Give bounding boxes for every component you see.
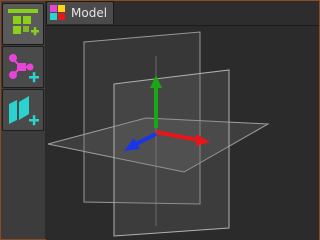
- left-toolbar: [1, 1, 46, 239]
- vertical-plane-front: [113, 69, 230, 237]
- select-add-icon: [8, 9, 39, 36]
- 3d-viewport[interactable]: [46, 25, 319, 240]
- node-graph-add-icon: [9, 54, 39, 83]
- planes-add-tool-button[interactable]: [2, 89, 44, 131]
- model-icon: [50, 5, 65, 20]
- tab-label: Model: [71, 6, 108, 20]
- node-graph-add-tool-button[interactable]: [2, 46, 44, 88]
- tab-bar: Model: [46, 1, 319, 25]
- app-window: Model: [0, 0, 320, 240]
- tab-model[interactable]: Model: [46, 1, 114, 24]
- select-add-tool-button[interactable]: [2, 3, 44, 45]
- planes-add-icon: [9, 96, 39, 126]
